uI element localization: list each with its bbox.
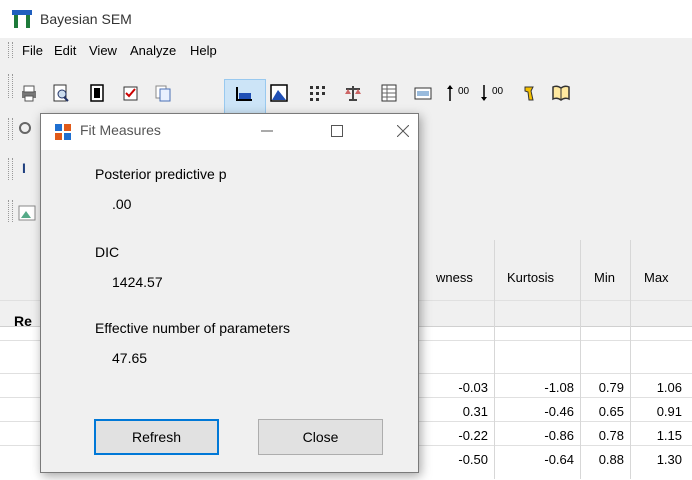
table-cell: 0.79 xyxy=(598,380,624,395)
toolbar4-grip xyxy=(8,200,13,222)
table-cell: 0.31 xyxy=(462,404,488,419)
table-cell: 0.78 xyxy=(598,428,624,443)
maximize-button[interactable] xyxy=(314,116,360,146)
table-cell: -0.03 xyxy=(458,380,488,395)
table-cell: -0.64 xyxy=(544,452,574,467)
column-divider xyxy=(580,240,581,479)
partial-tool-icon[interactable] xyxy=(17,118,37,138)
effective-parameters-label: Effective number of parameters xyxy=(95,320,291,336)
column-header-kurtosis[interactable]: Kurtosis xyxy=(507,270,554,285)
checkbox-icon[interactable] xyxy=(120,82,142,104)
dic-label: DIC xyxy=(95,244,120,260)
menu-edit[interactable]: Edit xyxy=(54,43,76,58)
menu-file[interactable]: File xyxy=(22,43,43,58)
posterior-predictive-value: .00 xyxy=(112,196,132,212)
table-cell: -0.50 xyxy=(458,452,488,467)
column-divider xyxy=(630,240,631,479)
print-icon[interactable] xyxy=(18,82,40,104)
table-cell: -0.46 xyxy=(544,404,574,419)
column-divider xyxy=(494,240,495,479)
close-button[interactable]: Close xyxy=(258,419,383,455)
dialog-window-icon xyxy=(54,123,72,141)
effective-parameters-value: 47.65 xyxy=(112,350,148,366)
toolbar2-grip xyxy=(8,118,13,140)
posterior-predictive-label: Posterior predictive p xyxy=(95,166,227,182)
app-icon xyxy=(12,10,32,28)
menu-analyze[interactable]: Analyze xyxy=(130,43,176,58)
table-cell: -0.22 xyxy=(458,428,488,443)
toolbar-grip xyxy=(8,74,13,98)
table-cell: 1.30 xyxy=(656,452,682,467)
table-cell: 1.15 xyxy=(656,428,682,443)
dialog-title: Fit Measures xyxy=(80,122,161,138)
partial-image-icon[interactable] xyxy=(17,203,37,223)
menu-help[interactable]: Help xyxy=(190,43,217,58)
section-label: Re xyxy=(14,313,32,329)
decimals-down-label: 00 xyxy=(492,86,504,97)
table-cell: 0.65 xyxy=(598,404,624,419)
minimize-button[interactable] xyxy=(244,116,290,146)
table-cell: -0.86 xyxy=(544,428,574,443)
table-icon[interactable] xyxy=(378,82,400,104)
refresh-button[interactable]: Refresh xyxy=(94,419,219,455)
window-icon[interactable] xyxy=(412,82,434,104)
table-cell: -1.08 xyxy=(544,380,574,395)
area-chart-icon[interactable] xyxy=(268,82,290,104)
chart-icon[interactable] xyxy=(233,82,255,104)
help-pointer-icon[interactable] xyxy=(518,82,540,104)
menu-grip xyxy=(8,42,13,58)
decimals-up-label: 00 xyxy=(458,86,470,97)
table-cell: 1.06 xyxy=(656,380,682,395)
table-cell: 0.91 xyxy=(656,404,682,419)
page-icon[interactable] xyxy=(86,82,108,104)
window-title: Bayesian SEM xyxy=(40,11,132,27)
book-icon[interactable] xyxy=(550,82,572,104)
dialog-close-x-button[interactable] xyxy=(380,116,426,146)
balance-icon[interactable] xyxy=(342,82,364,104)
copy-icon[interactable] xyxy=(152,82,174,104)
column-header-skewness[interactable]: wness xyxy=(436,270,473,285)
column-header-max[interactable]: Max xyxy=(644,270,669,285)
print-preview-icon[interactable] xyxy=(50,82,72,104)
toolbar3-grip xyxy=(8,158,13,180)
column-header-min[interactable]: Min xyxy=(594,270,615,285)
partial-toolbar-text: I xyxy=(22,160,26,176)
menu-view[interactable]: View xyxy=(89,43,117,58)
dots-icon[interactable] xyxy=(306,82,328,104)
table-cell: 0.88 xyxy=(598,452,624,467)
dic-value: 1424.57 xyxy=(112,274,163,290)
